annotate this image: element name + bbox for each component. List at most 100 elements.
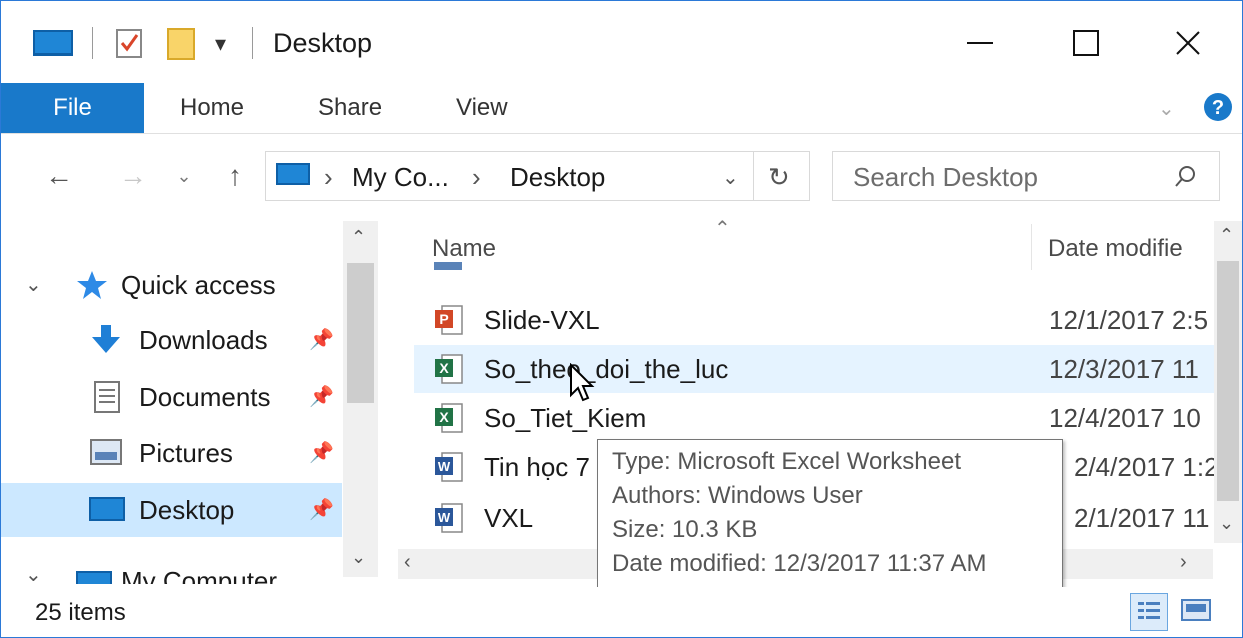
sort-ascending-icon: ⌃: [714, 218, 731, 240]
tooltip-date-modified: Date modified: 12/3/2017 11:37 AM: [612, 550, 987, 577]
back-button[interactable]: ←: [39, 156, 79, 196]
minimize-button[interactable]: [945, 15, 1015, 71]
details-view-button[interactable]: [1130, 593, 1168, 631]
computer-icon[interactable]: [33, 27, 73, 59]
nav-item-desktop[interactable]: Desktop 📌: [1, 483, 342, 537]
file-name: VXL: [484, 503, 534, 533]
excel-icon: X: [434, 353, 464, 385]
tab-file[interactable]: File: [1, 83, 144, 133]
file-date: 12/3/2017 11: [1049, 354, 1199, 384]
file-name: Slide-VXL: [484, 305, 600, 335]
chevron-down-icon[interactable]: ⌄: [25, 272, 42, 297]
computer-icon: [276, 162, 310, 193]
desktop-icon: [89, 496, 125, 529]
tooltip-type: Type: Microsoft Excel Worksheet: [612, 448, 962, 475]
list-item[interactable]: X So_theo_doi_the_luc 12/3/2017 11: [414, 345, 1214, 393]
nav-label: Documents: [139, 382, 271, 412]
svg-text:X: X: [439, 360, 449, 376]
up-button[interactable]: ↑: [215, 156, 255, 196]
forward-button[interactable]: →: [113, 156, 153, 196]
file-date: 12/4/2017 10: [1049, 403, 1201, 433]
help-icon[interactable]: ?: [1203, 92, 1233, 127]
scroll-right-icon[interactable]: ›: [1180, 551, 1187, 574]
nav-item-downloads[interactable]: Downloads 📌: [1, 313, 342, 367]
scroll-left-icon[interactable]: ‹: [404, 551, 411, 574]
scroll-up-icon[interactable]: ⌃: [351, 227, 366, 248]
list-item[interactable]: X So_Tiet_Kiem 12/4/2017 10: [414, 394, 1214, 442]
svg-text:X: X: [439, 409, 449, 425]
search-box[interactable]: Search Desktop: [832, 151, 1220, 201]
column-header-name[interactable]: Name: [432, 235, 496, 263]
computer-icon: [76, 570, 112, 584]
properties-icon[interactable]: [115, 27, 145, 59]
search-icon[interactable]: [1173, 163, 1199, 194]
close-button[interactable]: [1153, 15, 1223, 71]
maximize-button[interactable]: [1051, 15, 1121, 71]
nav-label: Downloads: [139, 325, 268, 355]
scroll-thumb[interactable]: [347, 263, 374, 403]
separator: [92, 27, 93, 59]
tab-home[interactable]: Home: [180, 83, 244, 133]
pin-icon[interactable]: 📌: [309, 384, 334, 409]
chevron-right-icon: ›: [472, 162, 481, 192]
excel-icon: X: [434, 402, 464, 434]
nav-label: My Computer: [121, 566, 278, 584]
recent-locations-icon[interactable]: ⌄: [171, 156, 197, 196]
window-title: Desktop: [273, 28, 373, 58]
address-dropdown-icon[interactable]: ⌄: [722, 165, 739, 190]
status-bar: 25 items: [1, 587, 1242, 637]
mouse-cursor-icon: [569, 362, 595, 408]
breadcrumb-current[interactable]: Desktop: [510, 162, 605, 193]
address-bar[interactable]: › My Co... › Desktop ⌄ ↻: [265, 151, 810, 201]
large-icons-view-button[interactable]: [1179, 594, 1213, 633]
tooltip-size: Size: 10.3 KB: [612, 516, 758, 543]
nav-label: Pictures: [139, 438, 233, 468]
word-icon: W: [434, 451, 464, 483]
nav-label: Desktop: [139, 495, 235, 525]
file-name: Tin học 7: [484, 452, 590, 482]
separator: [252, 27, 253, 59]
nav-item-documents[interactable]: Documents 📌: [1, 370, 342, 424]
refresh-icon[interactable]: ↻: [768, 162, 790, 193]
download-icon: [89, 323, 123, 362]
column-header-date[interactable]: Date modifie: [1048, 235, 1183, 263]
scroll-down-icon[interactable]: ⌄: [351, 547, 366, 568]
explorer-window: ▾ Desktop File Home Share View ⌄ ? ← → ⌄…: [0, 0, 1243, 638]
tab-view[interactable]: View: [456, 83, 508, 133]
svg-text:?: ?: [1212, 97, 1224, 119]
nav-item-my-computer[interactable]: ⌄ My Computer: [1, 560, 342, 584]
svg-text:P: P: [439, 311, 448, 327]
new-folder-icon[interactable]: [165, 27, 197, 60]
file-list-vertical-scrollbar[interactable]: ⌃ ⌄: [1214, 221, 1242, 543]
scroll-up-icon[interactable]: ⌃: [1219, 225, 1234, 246]
nav-item-quick-access[interactable]: ⌄ Quick access: [1, 258, 342, 312]
chevron-down-icon[interactable]: ⌄: [25, 562, 42, 584]
search-input[interactable]: Search Desktop: [853, 162, 1038, 193]
document-icon: [93, 380, 121, 419]
nav-label: Quick access: [121, 270, 276, 300]
nav-item-pictures[interactable]: Pictures 📌: [1, 426, 342, 480]
scroll-down-icon[interactable]: ⌄: [1219, 513, 1234, 534]
pin-icon[interactable]: 📌: [309, 497, 334, 522]
svg-text:W: W: [438, 510, 451, 525]
pin-icon[interactable]: 📌: [309, 440, 334, 465]
powerpoint-icon: P: [434, 304, 464, 336]
file-info-tooltip: Type: Microsoft Excel Worksheet Authors:…: [597, 439, 1063, 589]
expand-ribbon-icon[interactable]: ⌄: [1158, 83, 1175, 133]
tab-share[interactable]: Share: [318, 83, 382, 133]
pin-icon[interactable]: 📌: [309, 327, 334, 352]
scroll-thumb[interactable]: [1217, 261, 1239, 501]
nav-scrollbar[interactable]: ⌃ ⌄: [343, 221, 378, 577]
file-date: 2/4/2017 1:2: [1074, 452, 1214, 482]
list-item[interactable]: P Slide-VXL 12/1/2017 2:5: [414, 296, 1214, 344]
file-name: So_theo_doi_the_luc: [484, 354, 729, 384]
navigation-pane: ⌄ Quick access Downloads 📌 Documents 📌 P: [1, 214, 381, 584]
file-date: 2/1/2017 11: [1074, 503, 1210, 533]
item-count: 25 items: [35, 599, 126, 626]
title-bar: ▾ Desktop: [1, 1, 1242, 83]
list-item-partial[interactable]: [414, 262, 1214, 276]
separator: [753, 152, 754, 200]
file-name: So_Tiet_Kiem: [484, 403, 647, 433]
customize-dropdown-icon[interactable]: ▾: [215, 31, 226, 63]
breadcrumb-root[interactable]: My Co...: [352, 162, 449, 193]
